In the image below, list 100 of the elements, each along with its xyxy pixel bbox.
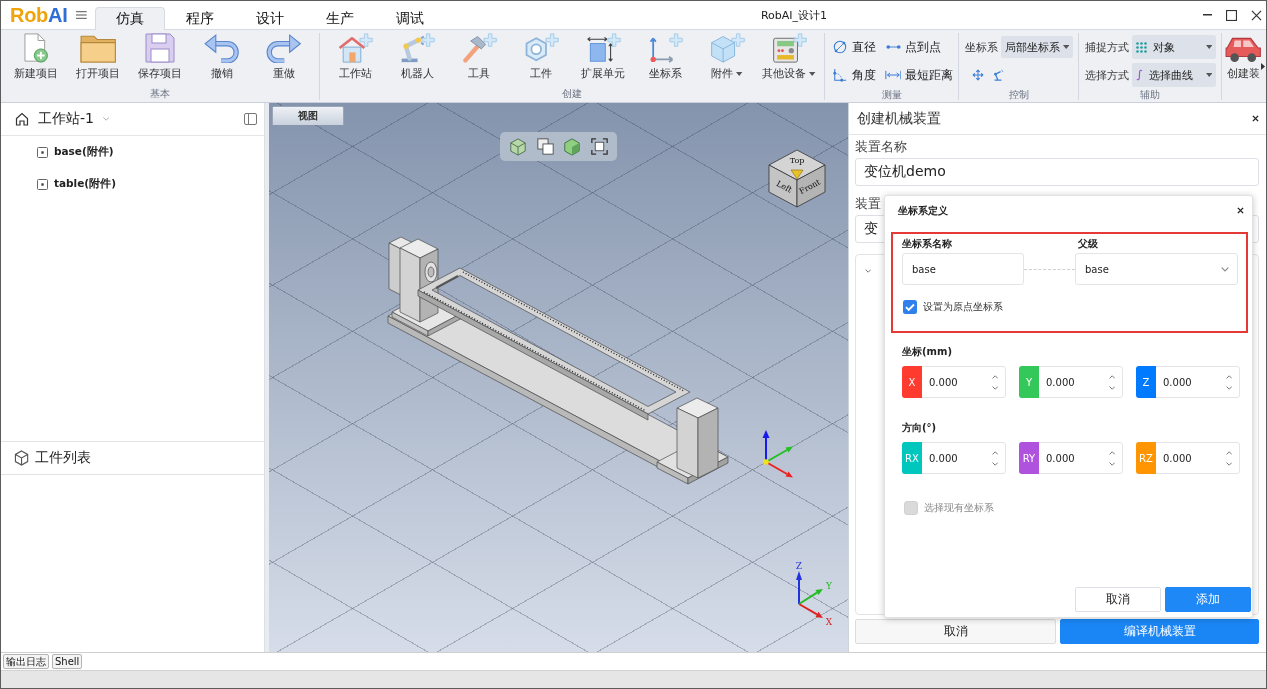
menu-tab[interactable]: 调试 bbox=[375, 7, 446, 30]
maximize-icon[interactable] bbox=[1226, 9, 1237, 21]
ribbon-button[interactable]: 创建装 bbox=[1225, 33, 1261, 89]
overlapping-squares-icon[interactable] bbox=[536, 138, 554, 155]
chevron-down-icon[interactable] bbox=[1225, 385, 1232, 390]
distance-icon bbox=[884, 70, 902, 80]
value-input[interactable]: 0.000 bbox=[1156, 373, 1226, 391]
ribbon-button[interactable]: 撤销 bbox=[191, 33, 253, 88]
text-field[interactable]: 变位机demo bbox=[855, 158, 1259, 186]
ribbon-button[interactable]: 工作站 bbox=[324, 33, 386, 88]
mode-dropdown[interactable]: 对象 bbox=[1132, 35, 1216, 59]
number-field[interactable]: RX 0.000 bbox=[902, 442, 1006, 474]
chevron-down-icon[interactable] bbox=[991, 461, 998, 466]
dashed-connector bbox=[1024, 268, 1075, 270]
chevron-up-icon[interactable] bbox=[991, 374, 998, 379]
number-field[interactable]: RY 0.000 bbox=[1019, 442, 1123, 474]
sidebar-toggle-icon[interactable] bbox=[244, 113, 257, 125]
ribbon-button[interactable]: 保存项目 bbox=[129, 33, 191, 88]
section-title: 工件列表 bbox=[35, 449, 92, 467]
number-field[interactable]: Z 0.000 bbox=[1136, 366, 1240, 398]
group-label: 辅助 bbox=[1140, 88, 1160, 102]
coordinate-dropdown[interactable]: 局部坐标系 bbox=[1001, 36, 1074, 58]
number-field[interactable]: X 0.000 bbox=[902, 366, 1006, 398]
menu-tab[interactable]: 设计 bbox=[235, 7, 306, 30]
ribbon-button[interactable]: 其他设备 bbox=[758, 33, 820, 88]
caret-icon bbox=[1063, 45, 1070, 49]
tree-item[interactable]: base(附件) bbox=[1, 136, 114, 168]
axis-tag: RZ bbox=[1136, 442, 1156, 474]
menu-tab[interactable]: 生产 bbox=[305, 7, 376, 30]
ribbon-button[interactable]: 最短距离 bbox=[884, 61, 953, 89]
close-icon[interactable] bbox=[1251, 9, 1262, 21]
ribbon-button[interactable]: 机器人 bbox=[386, 33, 448, 88]
cube-icon[interactable] bbox=[508, 137, 527, 156]
checkbox-label: 设置为原点坐标系 bbox=[923, 300, 1003, 314]
value-input[interactable]: 0.000 bbox=[1156, 449, 1226, 467]
move-icon[interactable] bbox=[972, 69, 984, 81]
tree-item[interactable]: table(附件) bbox=[1, 168, 116, 200]
chevron-down-icon[interactable] bbox=[1108, 461, 1115, 466]
field-label: 坐标系 bbox=[965, 39, 998, 55]
number-field[interactable]: RZ 0.000 bbox=[1136, 442, 1240, 474]
text-field[interactable]: base bbox=[902, 253, 1024, 285]
checkbox[interactable] bbox=[903, 300, 917, 314]
chevron-up-icon[interactable] bbox=[1108, 450, 1115, 455]
close-icon[interactable] bbox=[1237, 207, 1244, 214]
fit-frame-icon[interactable] bbox=[591, 138, 609, 155]
angle-icon bbox=[833, 68, 847, 82]
field-label: 选择方式 bbox=[1085, 67, 1129, 83]
chevron-up-icon[interactable] bbox=[1225, 450, 1232, 455]
hex-nut-plus-icon bbox=[523, 33, 559, 63]
field-label: 坐标系名称 bbox=[902, 237, 952, 251]
chevron-down-icon[interactable] bbox=[1225, 461, 1232, 466]
ribbon-button[interactable]: 工件 bbox=[510, 33, 572, 88]
chevron-up-icon[interactable] bbox=[1108, 374, 1115, 379]
shaded-cube-icon[interactable] bbox=[563, 137, 582, 156]
dialog-button[interactable]: 添加 bbox=[1165, 587, 1251, 612]
value-input[interactable]: 0.000 bbox=[1039, 449, 1109, 467]
menu-icon[interactable] bbox=[76, 11, 88, 19]
parent-dropdown[interactable]: base bbox=[1075, 253, 1238, 285]
panel-button[interactable]: 编译机械装置 bbox=[1060, 619, 1259, 644]
robot-arm-icon[interactable] bbox=[992, 69, 1004, 81]
chevron-down-icon[interactable] bbox=[991, 385, 998, 390]
ribbon-button[interactable]: 工具 bbox=[448, 33, 510, 88]
ribbon-button[interactable]: 扩展单元 bbox=[572, 33, 634, 88]
ribbon-button[interactable]: 坐标系 bbox=[634, 33, 696, 88]
close-icon[interactable] bbox=[1252, 115, 1259, 122]
ribbon-button[interactable]: 角度 bbox=[831, 61, 876, 89]
cube-face-label: Top bbox=[789, 156, 805, 165]
number-field[interactable]: Y 0.000 bbox=[1019, 366, 1123, 398]
tree-root-label[interactable]: 工作站-1 bbox=[38, 110, 94, 128]
menu-tab[interactable]: 程序 bbox=[165, 7, 236, 30]
triangle-marker-icon bbox=[790, 169, 804, 180]
viewport-tab[interactable]: 视图 bbox=[272, 106, 344, 125]
panel-button[interactable]: 取消 bbox=[855, 619, 1056, 644]
undo-icon bbox=[204, 33, 240, 63]
mode-dropdown[interactable]: 选择曲线 bbox=[1132, 63, 1216, 87]
minimize-icon[interactable] bbox=[1203, 14, 1212, 16]
panel-title: 创建机械装置 bbox=[857, 109, 941, 128]
ribbon-button[interactable]: 附件 bbox=[696, 33, 758, 88]
ribbon-button[interactable]: 新建项目 bbox=[5, 33, 67, 88]
cube-face-label: Left bbox=[774, 179, 794, 195]
ribbon-button[interactable]: 点到点 bbox=[884, 33, 953, 61]
ribbon-button[interactable]: 打开项目 bbox=[67, 33, 129, 88]
value-input[interactable]: 0.000 bbox=[922, 373, 992, 391]
menu-tab[interactable]: 仿真 bbox=[95, 7, 166, 30]
output-tab[interactable]: 输出日志 bbox=[3, 654, 49, 669]
chevron-up-icon[interactable] bbox=[1225, 374, 1232, 379]
ribbon-button[interactable]: 直径 bbox=[831, 33, 876, 61]
ribbon-button[interactable]: 重做 bbox=[253, 33, 315, 88]
value-input[interactable]: 0.000 bbox=[1039, 373, 1109, 391]
hammer-plus-icon bbox=[461, 33, 497, 63]
value-input[interactable]: 0.000 bbox=[922, 449, 992, 467]
output-tab[interactable]: Shell bbox=[52, 654, 83, 669]
scroll-right-icon[interactable] bbox=[1261, 62, 1265, 70]
chevron-down-icon[interactable] bbox=[865, 269, 872, 273]
diameter-icon bbox=[833, 40, 847, 54]
dialog-button[interactable]: 取消 bbox=[1075, 587, 1161, 612]
dialog-title: 坐标系定义 bbox=[898, 203, 948, 218]
chevron-down-icon[interactable] bbox=[1108, 385, 1115, 390]
chevron-up-icon[interactable] bbox=[991, 450, 998, 455]
chevron-down-icon bbox=[1221, 266, 1229, 272]
